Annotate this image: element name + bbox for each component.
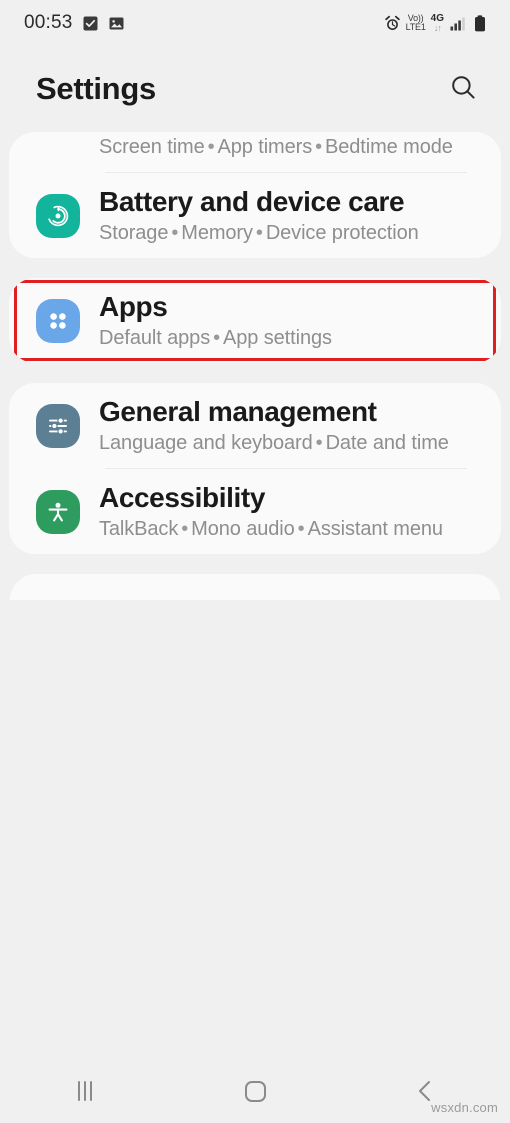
accessibility-icon [36,489,80,534]
subtitle-separator-icon: • [171,222,179,245]
row-title: Battery and device care [99,186,405,218]
subtitle-part: Assistant menu [307,518,443,541]
apps-icon [36,298,80,343]
next-card-peek[interactable] [10,574,500,601]
status-bar: 00:53 Vo)) LTE1 4G ↓↑ [0,0,510,46]
subtitle-part: Memory [181,222,253,245]
network-type-label: 4G [430,12,444,24]
back-icon [415,1080,435,1102]
checkbox-checked-icon [82,15,99,32]
subtitle-part: Bedtime mode [325,136,453,158]
subtitle-part: Language and keyboard [99,432,313,455]
row-subtitle: Default apps • App settings [99,326,469,350]
subtitle-separator-icon: • [297,518,305,541]
row-subtitle: Screen time • App timers • Bedtime mode [99,135,469,159]
settings-card-apps: Apps Default apps • App settings [9,278,501,364]
volte-bottom-label: LTE1 [405,22,426,32]
recents-button[interactable] [0,1059,170,1123]
app-header: Settings [0,46,510,132]
row-icon-slot [33,298,99,343]
subtitle-part: Device protection [265,222,419,245]
row-subtitle: TalkBack • Mono audio • Assistant menu [99,517,469,541]
home-button[interactable] [170,1059,340,1123]
settings-card-three: General management Language and keyboard… [9,383,501,555]
row-icon-slot [33,489,99,534]
settings-row-general-management[interactable]: General management Language and keyboard… [9,383,501,468]
subtitle-part: Storage [99,222,169,245]
status-bar-left: 00:53 [24,12,125,34]
row-text: Battery and device care Storage • Memory • D… [99,186,477,245]
battery-full-icon [471,14,488,32]
signal-bars-icon [449,15,466,32]
row-text: Accessibility TalkBack • Mono audio • Assist… [99,482,477,541]
settings-row-battery-and-device-care[interactable]: Battery and device care Storage • Memory • D… [9,173,501,258]
row-icon-slot [33,193,99,238]
subtitle-separator-icon: • [315,432,323,455]
subtitle-part: Date and time [325,432,449,455]
settings-card-one: Screen time • App timers • Bedtime mode Batt… [9,132,501,259]
recents-icon-bar [78,1081,80,1101]
row-subtitle: Language and keyboard • Date and time [99,431,469,455]
network-arrows-label: ↓↑ [433,22,442,33]
row-title: General management [99,396,377,428]
status-clock: 00:53 [24,12,73,33]
row-icon-slot [33,403,99,448]
row-text: Apps Default apps • App settings [99,291,477,350]
subtitle-part: Default apps [99,327,211,350]
watermark: wsxdn.com [431,1100,498,1115]
row-subtitle: Storage • Memory • Device protection [99,221,469,245]
subtitle-separator-icon: • [213,327,221,350]
row-text: Screen time • App timers • Bedtime mode [99,132,477,159]
settings-row-accessibility[interactable]: Accessibility TalkBack • Mono audio • Assist… [9,469,501,554]
alarm-icon [384,15,401,32]
search-button[interactable] [442,68,484,110]
recents-icon-bar [90,1081,92,1101]
settings-list[interactable]: Screen time • App timers • Bedtime mode Batt… [0,132,510,1059]
subtitle-part: TalkBack [99,518,179,541]
subtitle-separator-icon: • [207,136,215,158]
subtitle-part: Screen time [99,136,205,158]
image-icon [108,15,125,32]
home-icon [244,1080,266,1102]
subtitle-part: Mono audio [191,518,295,541]
settings-row-digital-wellbeing[interactable]: Screen time • App timers • Bedtime mode [9,132,501,172]
battery-device-care-icon [36,193,80,238]
recents-icon-bar [84,1081,86,1101]
subtitle-separator-icon: • [255,222,263,245]
network-indicator: 4G ↓↑ [430,12,444,33]
status-bar-right: Vo)) LTE1 4G ↓↑ [384,12,488,33]
subtitle-part: App settings [223,327,332,350]
page-title: Settings [36,71,156,106]
volte-indicator: Vo)) LTE1 [406,14,426,32]
settings-row-apps[interactable]: Apps Default apps • App settings [9,278,501,363]
row-text: General management Language and keyboard… [99,396,477,455]
subtitle-separator-icon: • [315,136,323,158]
row-title: Apps [99,291,168,323]
search-icon [449,73,477,106]
subtitle-part: App timers [217,136,313,158]
row-title: Accessibility [99,482,265,514]
subtitle-separator-icon: • [181,518,189,541]
general-management-icon [36,403,80,448]
